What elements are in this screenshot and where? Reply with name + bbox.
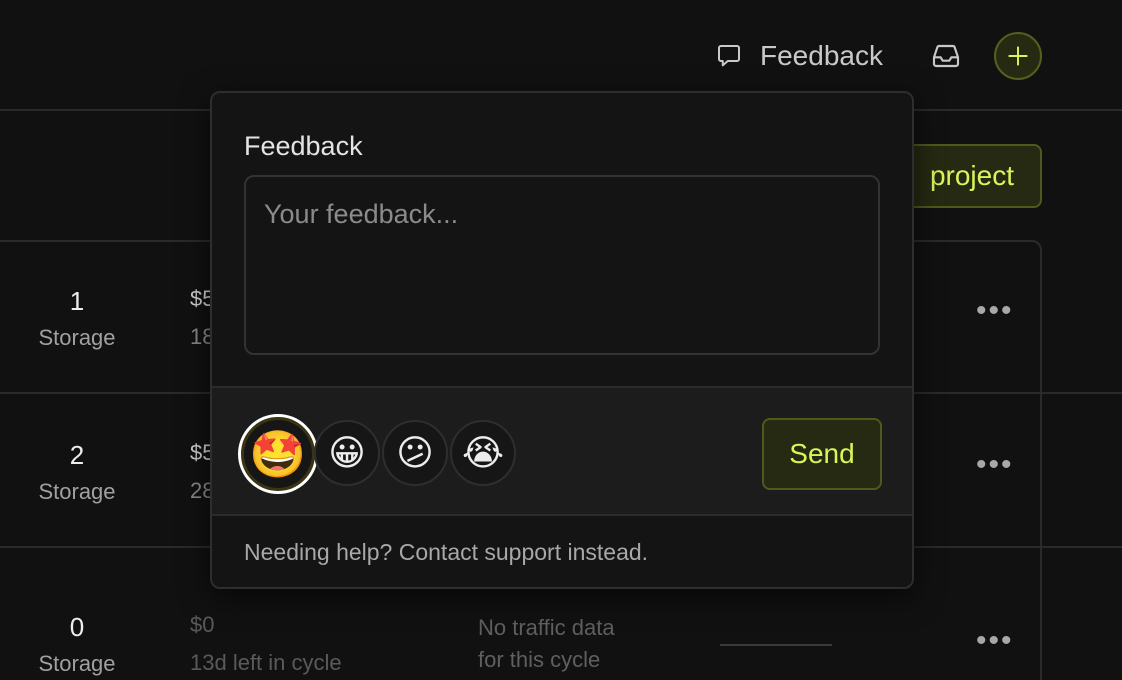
storage-count-label: Storage	[38, 651, 116, 676]
inbox-button[interactable]	[928, 38, 964, 74]
traffic-empty-line1: No traffic data	[478, 615, 615, 640]
feedback-footer: Needing help? Contact support instead.	[244, 539, 648, 566]
traffic-empty-line2: for this cycle	[478, 647, 601, 672]
feedback-title: Feedback	[244, 131, 363, 161]
storage-count-label: Storage	[38, 325, 116, 350]
traffic-cell: No traffic data for this cycle	[478, 612, 615, 676]
storage-count: 1 Storage	[0, 286, 154, 351]
add-button[interactable]	[994, 32, 1042, 80]
cost-amount: $0	[190, 612, 215, 637]
emoji-grinning-button[interactable]: 😀	[314, 420, 380, 486]
new-project-button-label: project	[929, 160, 1014, 191]
star-struck-icon: 🤩	[249, 427, 307, 480]
footer-prefix: Needing help?	[244, 539, 399, 565]
storage-count-label: Storage	[38, 479, 116, 504]
cost-cell: $0 13d left in cycle	[190, 612, 342, 676]
cycle-remaining: 13d left in cycle	[190, 650, 342, 675]
emoji-confused-button[interactable]: 😕	[382, 420, 448, 486]
storage-count-number: 2	[69, 440, 85, 470]
storage-count: 2 Storage	[0, 440, 154, 505]
row-menu-button[interactable]: •••	[976, 624, 1014, 658]
feedback-popover: Feedback 🤩 😀 😕 😭 Send Needing help? Cont…	[210, 91, 914, 589]
send-button[interactable]: Send	[762, 418, 882, 490]
confused-icon: 😕	[396, 432, 434, 473]
message-bubble-icon	[718, 45, 740, 67]
feedback-button[interactable]: Feedback	[714, 36, 883, 76]
contact-support-link[interactable]: Contact support instead.	[399, 539, 648, 565]
sparkline-placeholder	[720, 644, 832, 646]
emoji-star-struck-button[interactable]: 🤩	[238, 414, 318, 494]
storage-count: 0 Storage	[0, 612, 154, 677]
feedback-button-label: Feedback	[760, 40, 883, 71]
feedback-actions-bar: 🤩 😀 😕 😭 Send	[212, 386, 912, 516]
storage-count-number: 1	[69, 286, 85, 316]
row-menu-button[interactable]: •••	[976, 448, 1014, 482]
feedback-textarea[interactable]	[244, 175, 880, 355]
plus-icon	[1008, 46, 1028, 66]
storage-count-number: 0	[69, 612, 85, 642]
emoji-crying-button[interactable]: 😭	[450, 420, 516, 486]
row-menu-button[interactable]: •••	[976, 294, 1014, 328]
grinning-icon: 😀	[328, 432, 366, 473]
inbox-icon	[932, 44, 960, 68]
crying-icon: 😭	[461, 432, 505, 473]
